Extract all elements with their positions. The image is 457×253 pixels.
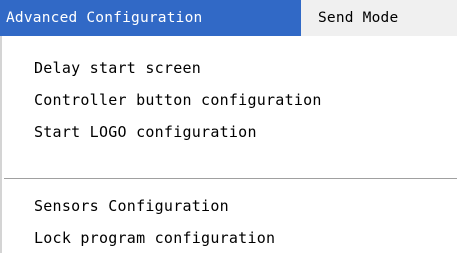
menu-item-lock-program-configuration[interactable]: Lock program configuration [2,223,457,253]
menu-bar: Advanced Configuration Send Mode [0,0,457,36]
menu-item-controller-button-configuration[interactable]: Controller button configuration [2,85,457,116]
menu-separator [4,178,457,180]
advanced-configuration-dropdown: Delay start screen Controller button con… [0,36,457,253]
menu-advanced-configuration[interactable]: Advanced Configuration [0,0,301,36]
menu-send-mode[interactable]: Send Mode [301,0,457,36]
menu-item-sensors-configuration[interactable]: Sensors Configuration [2,191,457,222]
menu-item-delay-start-screen[interactable]: Delay start screen [2,53,457,84]
menu-item-start-logo-configuration[interactable]: Start LOGO configuration [2,117,457,148]
